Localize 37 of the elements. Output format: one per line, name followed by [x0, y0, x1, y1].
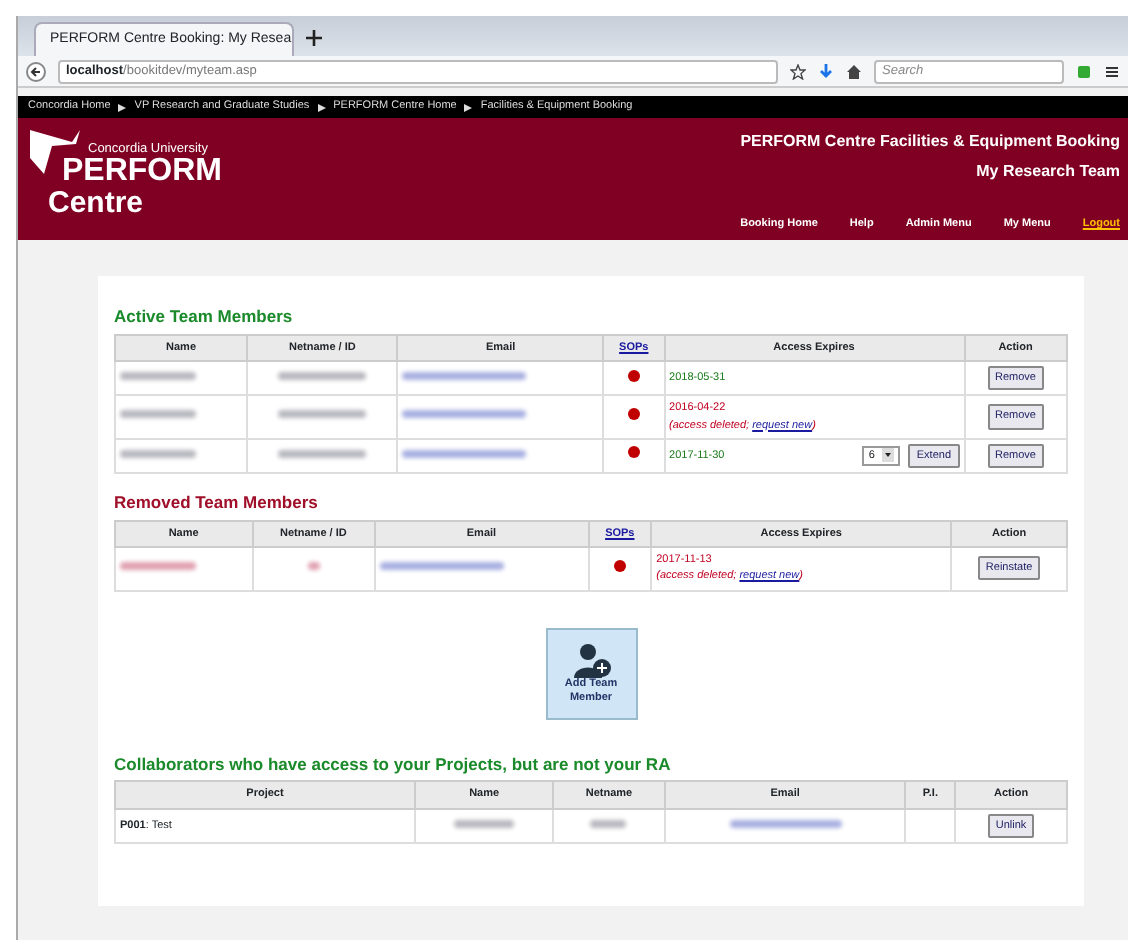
download-icon[interactable] — [818, 63, 834, 79]
add-person-icon — [571, 642, 611, 679]
logo-text: Centre — [48, 188, 146, 218]
blurred-text — [307, 562, 320, 571]
blurred-text — [278, 449, 367, 458]
blurred-text — [379, 562, 504, 571]
blurred-text — [120, 372, 196, 380]
separator-icon — [317, 103, 326, 111]
blurred-text — [402, 410, 527, 419]
blurred-text — [278, 372, 367, 380]
blurred-text — [402, 372, 527, 380]
page-title: PERFORM Centre Facilities & Equipment Booking — [740, 130, 1120, 154]
home-icon[interactable] — [846, 63, 862, 79]
blurred-text — [402, 449, 527, 458]
dropdown-caret-icon — [882, 448, 895, 463]
blurred-text — [120, 410, 196, 419]
blurred-text — [454, 819, 515, 827]
back-icon[interactable] — [26, 61, 46, 81]
page-subtitle: My Research Team — [976, 160, 1120, 184]
status-dot — [627, 369, 640, 381]
status-dot — [627, 446, 640, 459]
status-dot — [613, 559, 626, 572]
section-heading: Removed Team Members — [114, 490, 320, 516]
star-icon[interactable] — [790, 63, 806, 79]
separator-icon — [118, 103, 127, 111]
blurred-text — [590, 819, 627, 827]
separator-icon — [464, 103, 473, 111]
section-heading: Active Team Members — [114, 304, 295, 330]
menu-icon[interactable] — [1104, 63, 1120, 79]
blurred-text — [278, 410, 367, 419]
logo-text: PERFORM — [62, 156, 222, 188]
blurred-text — [120, 449, 196, 458]
section-heading: Collaborators who have access to your Projects, but are not your RA — [114, 751, 673, 777]
new-tab-icon[interactable] — [306, 30, 322, 46]
blurred-text — [120, 562, 196, 571]
status-dot — [627, 407, 640, 420]
blurred-text — [729, 819, 842, 827]
